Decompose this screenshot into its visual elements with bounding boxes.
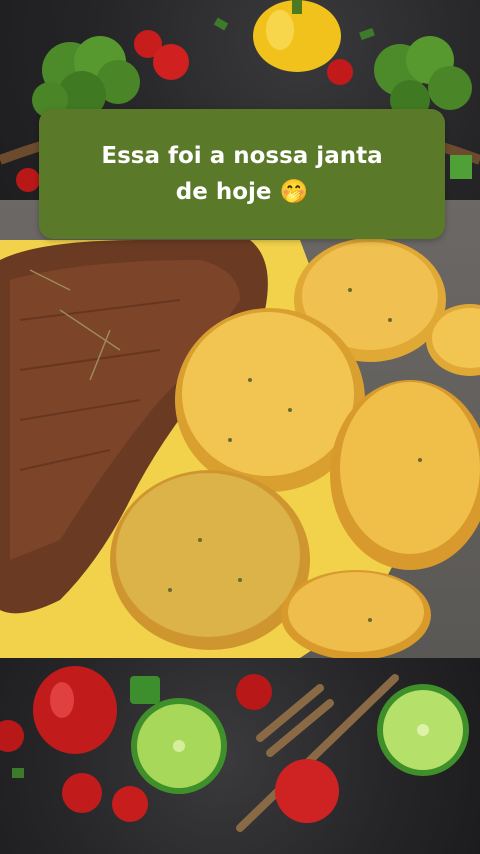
cherry-tomato [0, 720, 24, 752]
cherry-tomato [327, 59, 353, 85]
cherry-tomato [153, 44, 189, 80]
steak-and-potatoes-illustration [0, 238, 480, 658]
cherry-tomato [236, 674, 272, 710]
food-photo [0, 200, 480, 658]
broccoli-right [374, 36, 472, 120]
broccoli-left [32, 36, 140, 119]
caption-text: Essa foi a nossa janta de hoje 🤭 [101, 143, 383, 205]
potato-slice [110, 470, 310, 650]
red-pepper [33, 666, 117, 754]
cherry-tomato [112, 786, 148, 822]
potato-slice [281, 570, 431, 658]
bottom-background-vegetables [0, 658, 480, 854]
caption-box: Essa foi a nossa janta de hoje 🤭 [39, 109, 445, 239]
lime-half-right [377, 684, 469, 776]
cherry-tomato [16, 168, 40, 192]
cherry-tomato [62, 773, 102, 813]
lime-half-left [131, 698, 227, 794]
vegetables-bottom-illustration [0, 666, 469, 832]
yellow-pepper [253, 0, 341, 72]
tomato [275, 759, 339, 823]
